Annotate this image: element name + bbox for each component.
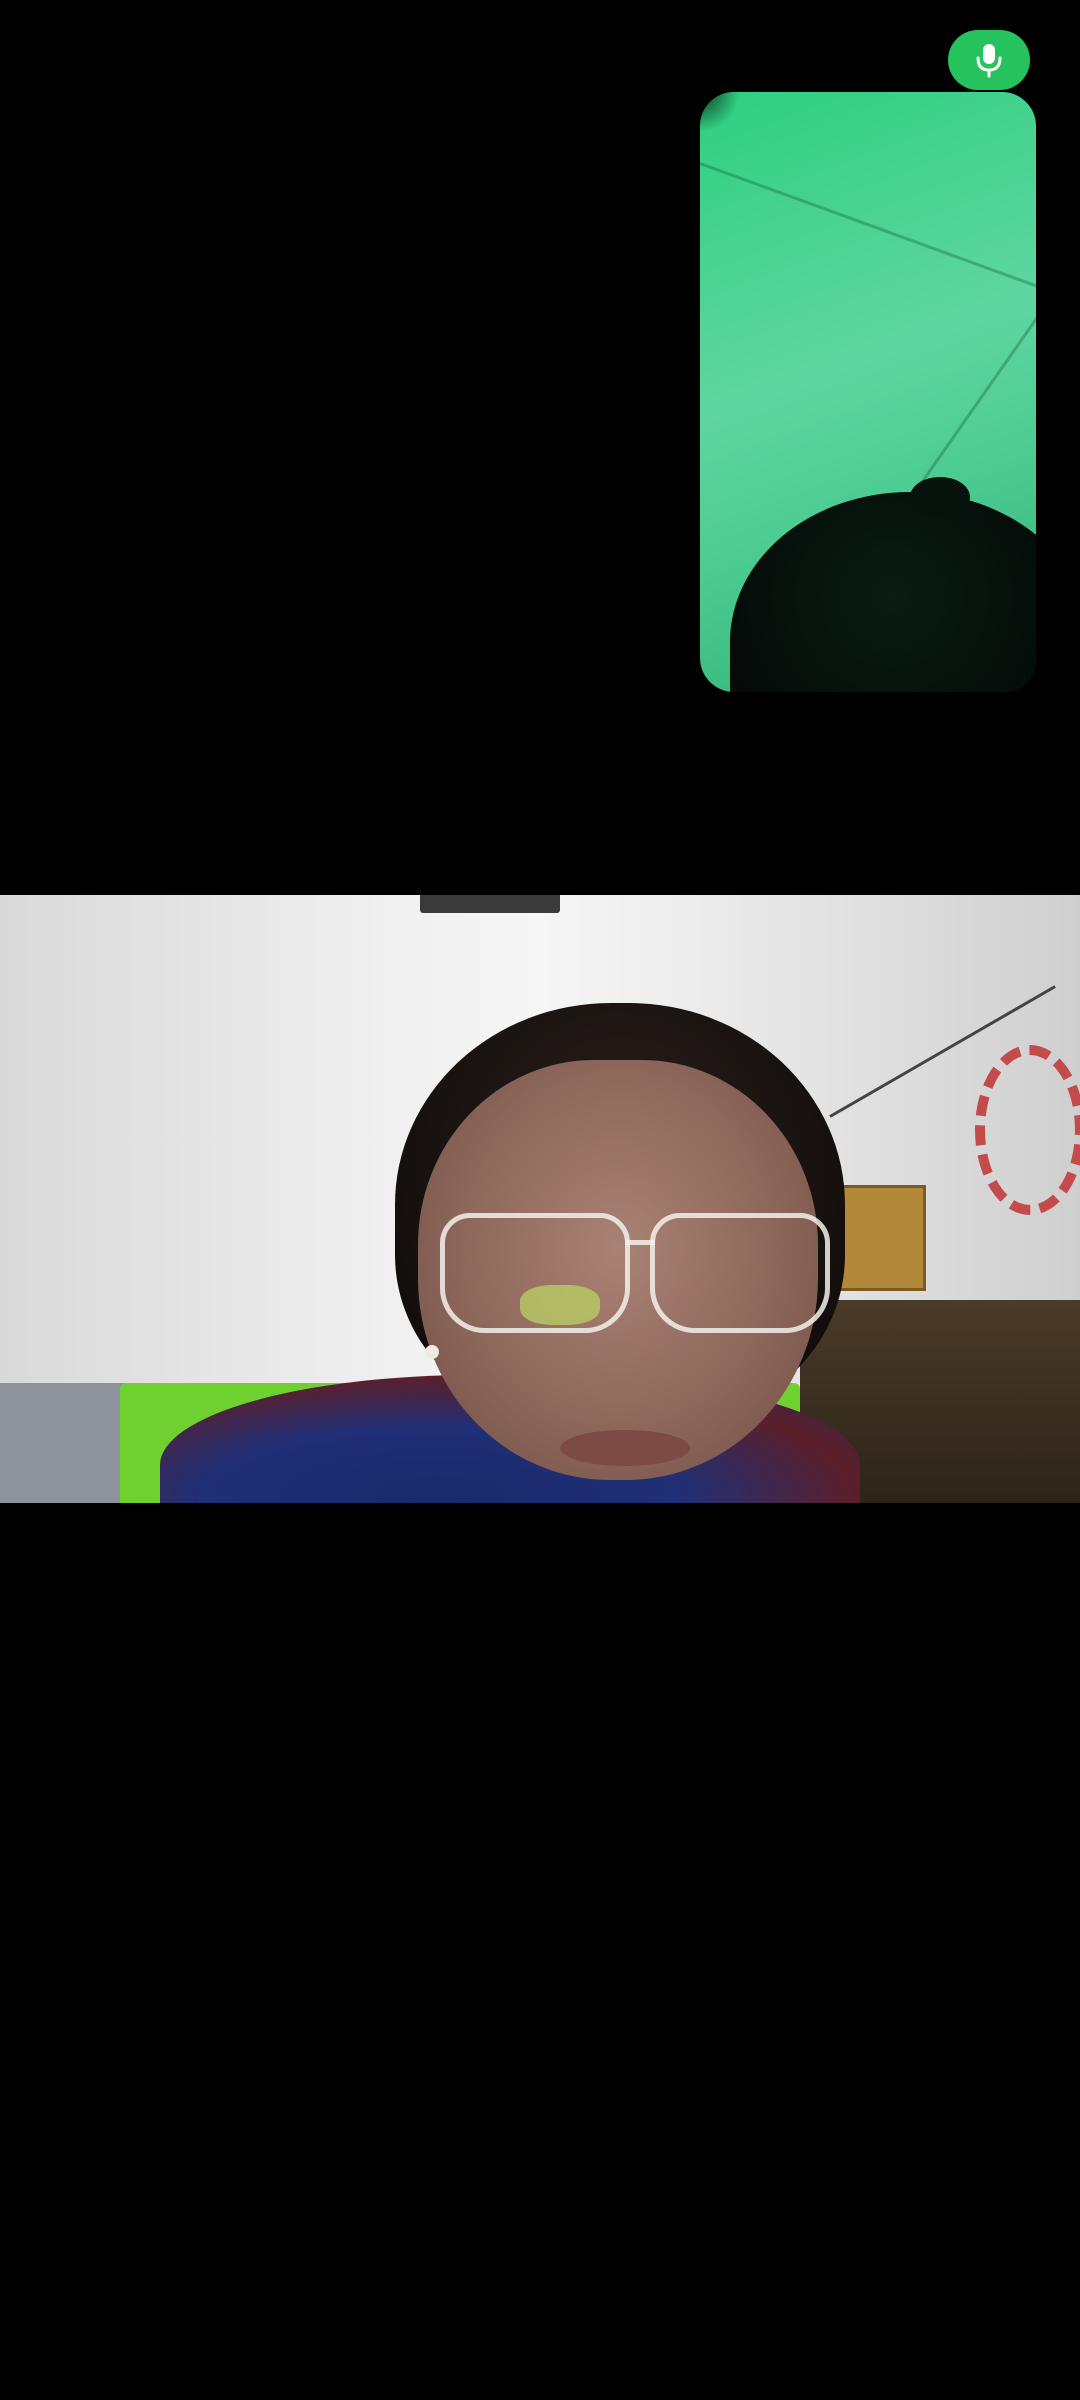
participant-earring	[425, 1345, 439, 1359]
video-call-screen	[0, 0, 1080, 2400]
self-head-silhouette	[730, 492, 1036, 692]
mic-status-button[interactable]	[948, 30, 1030, 90]
participant-lips	[560, 1430, 690, 1466]
self-view-shadow	[700, 92, 740, 132]
microphone-icon	[975, 42, 1003, 78]
self-hair-tuft	[910, 477, 970, 517]
lens-glare	[520, 1285, 600, 1325]
wall-decoration	[975, 1045, 1080, 1215]
glasses-right-lens	[650, 1213, 830, 1333]
sofa-grey	[0, 1383, 130, 1503]
self-video-preview[interactable]	[700, 92, 1036, 692]
glasses-bridge	[625, 1240, 655, 1245]
ceiling-line	[700, 162, 1036, 295]
wall-frame	[420, 895, 560, 913]
remote-participant-video[interactable]	[0, 895, 1080, 1503]
